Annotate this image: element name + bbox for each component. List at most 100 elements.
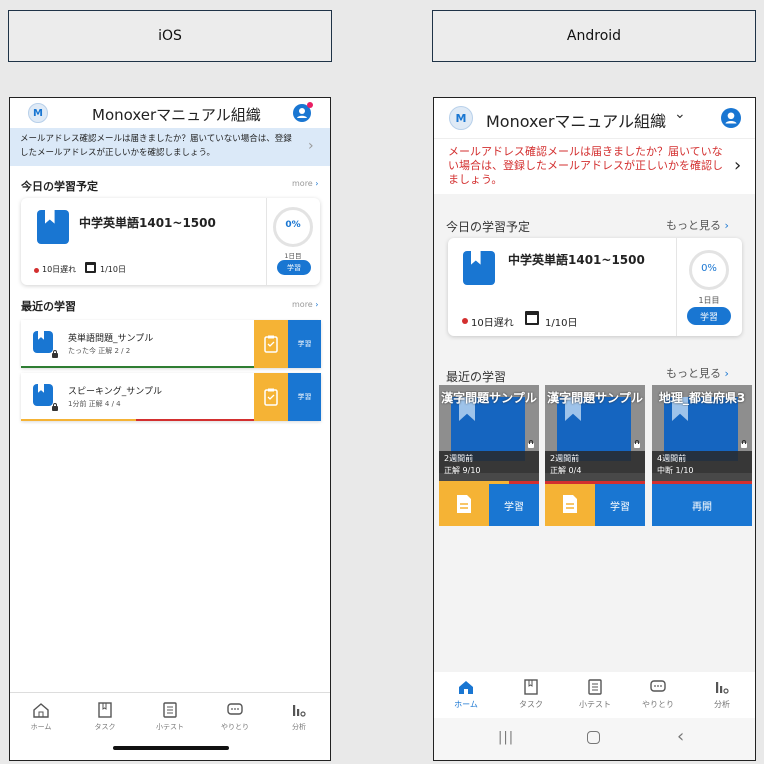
home-circle-icon[interactable] <box>587 731 600 744</box>
notice-text: メールアドレス確認メールは届きましたか？届いていない場合は、登録したメールアドレ… <box>20 134 292 158</box>
tile-score: 中断 1/10 <box>657 466 694 475</box>
recent-tile[interactable]: 地理_都道府県3 4週間前中断 1/10 再開 <box>652 385 752 526</box>
study-button[interactable]: 学習 <box>489 484 539 526</box>
recent-item-name: 英単語問題_サンプル <box>68 334 154 344</box>
day-count: 1日目 <box>698 296 720 305</box>
notice-text: メールアドレス確認メールは届きましたか？届いていない場合は、登録したメールアドレ… <box>448 145 723 186</box>
home-icon <box>33 703 49 718</box>
notice-banner[interactable]: メールアドレス確認メールは届きましたか？届いていない場合は、登録したメールアドレ… <box>434 138 755 194</box>
android-topbar: M Monoxerマニュアル組織 ⌄ <box>434 98 755 138</box>
nav-chat[interactable]: やりとり <box>638 678 678 710</box>
lock-icon <box>52 350 58 358</box>
android-header-box: Android <box>432 10 756 62</box>
nav-task[interactable]: タスク <box>90 701 120 732</box>
chevron-down-icon[interactable]: ⌄ <box>674 106 686 122</box>
nav-quiz[interactable]: 小テスト <box>575 678 615 710</box>
today-card[interactable]: 中学英単語1401~1500 10日遅れ 1/10日 0% 1日目 学習 <box>21 198 320 285</box>
late-text: 10日遅れ <box>42 265 77 274</box>
nav-task[interactable]: タスク <box>514 678 548 710</box>
tile-title: 漢字問題サンプル <box>441 391 537 405</box>
chat-icon <box>650 680 666 692</box>
tile-time: 2週間前 <box>444 454 474 463</box>
nav-label: 小テスト <box>156 723 184 731</box>
nav-quiz[interactable]: 小テスト <box>154 701 186 732</box>
day-count: 1日目 <box>284 252 302 260</box>
study-button[interactable]: 学習 <box>277 260 311 275</box>
recent-item-meta: 1分前 正解 4 / 4 <box>68 400 121 408</box>
progress-text: 0% <box>285 220 301 230</box>
nav-label: やりとり <box>221 723 249 731</box>
resume-button[interactable]: 再開 <box>652 484 752 526</box>
late-dot <box>462 318 468 324</box>
ios-topbar: M Monoxerマニュアル組織 <box>10 98 330 128</box>
org-avatar[interactable]: M <box>449 106 473 130</box>
bar-chart-icon <box>716 682 729 694</box>
lock-icon <box>634 440 640 448</box>
tile-title: 漢字問題サンプル <box>547 391 643 405</box>
review-button[interactable] <box>254 320 288 368</box>
home-indicator[interactable] <box>113 746 229 750</box>
tile-title: 地理_都道府県3 <box>658 391 746 405</box>
notice-banner[interactable]: メールアドレス確認メールは届きましたか？届いていない場合は、登録したメールアドレ… <box>10 128 330 166</box>
recent-tile[interactable]: 漢字問題サンプル 2週間前 正解 9/10 学習 <box>439 385 539 526</box>
tile-meta: 4週間前中断 1/10 <box>652 451 752 481</box>
review-button[interactable] <box>545 484 595 526</box>
recent-more-link[interactable]: more › <box>292 300 318 309</box>
back-icon[interactable]: ‹ <box>677 726 684 747</box>
ios-header-label: iOS <box>158 28 182 44</box>
org-name[interactable]: Monoxerマニュアル組織 <box>92 104 261 125</box>
card-divider <box>266 198 267 285</box>
today-item-name: 中学英単語1401~1500 <box>508 253 645 267</box>
today-item-name: 中学英単語1401~1500 <box>79 216 216 230</box>
ios-header-box: iOS <box>8 10 332 62</box>
tile-score: 正解 0/4 <box>550 466 582 475</box>
nav-label: 分析 <box>714 700 730 709</box>
study-button[interactable]: 学習 <box>595 484 645 526</box>
lock-icon <box>52 403 58 411</box>
today-more-link[interactable]: もっと見る › <box>666 217 729 233</box>
org-avatar[interactable]: M <box>28 103 48 123</box>
tile-meta: 2週間前 正解 9/10 <box>439 451 539 481</box>
lock-icon <box>528 440 534 448</box>
org-name[interactable]: Monoxerマニュアル組織 <box>486 108 666 132</box>
nav-label: 分析 <box>292 723 306 731</box>
recent-item-meta: たった今 正解 2 / 2 <box>68 347 131 355</box>
clipboard-icon <box>264 388 278 406</box>
study-button[interactable]: 学習 <box>288 320 321 368</box>
profile-icon[interactable] <box>721 108 741 128</box>
list-icon <box>588 679 602 695</box>
notification-dot <box>307 102 313 108</box>
review-button[interactable] <box>439 484 489 526</box>
recents-icon[interactable]: ||| <box>498 730 514 745</box>
tile-time: 4週間前 <box>657 454 687 463</box>
ios-phone: M Monoxerマニュアル組織 メールアドレス確認メールは届きましたか？届いて… <box>9 97 331 761</box>
home-icon <box>459 681 473 694</box>
nav-label: 小テスト <box>579 700 611 709</box>
book-outline-icon <box>98 702 112 718</box>
review-button[interactable] <box>254 373 288 421</box>
study-button[interactable]: 学習 <box>687 307 731 325</box>
today-title: 今日の学習予定 <box>21 180 98 193</box>
score-bar <box>136 419 254 421</box>
recent-tile[interactable]: 漢字問題サンプル 2週間前 正解 0/4 学習 <box>545 385 645 526</box>
nav-analysis[interactable]: 分析 <box>705 678 739 710</box>
study-button[interactable]: 学習 <box>288 373 321 421</box>
nav-analysis[interactable]: 分析 <box>284 701 314 732</box>
recent-row[interactable]: スピーキング_サンプル 1分前 正解 4 / 4 学習 <box>21 373 321 421</box>
late-dot <box>34 268 39 273</box>
recent-more-link[interactable]: もっと見る › <box>666 365 729 381</box>
bottom-nav: ホーム タスク 小テスト やりとり 分析 <box>10 692 330 760</box>
org-avatar-letter: M <box>455 111 467 125</box>
book-icon <box>33 384 53 406</box>
book-icon <box>37 210 69 244</box>
book-icon <box>463 251 495 285</box>
bottom-nav: ホーム タスク 小テスト やりとり 分析 <box>434 672 755 718</box>
nav-chat[interactable]: やりとり <box>218 701 252 732</box>
calendar-icon <box>525 311 539 325</box>
today-more-link[interactable]: more › <box>292 179 318 188</box>
bar-chart-icon <box>293 705 306 717</box>
nav-home[interactable]: ホーム <box>26 701 56 732</box>
nav-home[interactable]: ホーム <box>449 678 483 710</box>
today-card[interactable]: 中学英単語1401~1500 10日遅れ 1/10日 0% 1日目 学習 <box>448 238 742 336</box>
recent-row[interactable]: 英単語問題_サンプル たった今 正解 2 / 2 学習 <box>21 320 321 368</box>
